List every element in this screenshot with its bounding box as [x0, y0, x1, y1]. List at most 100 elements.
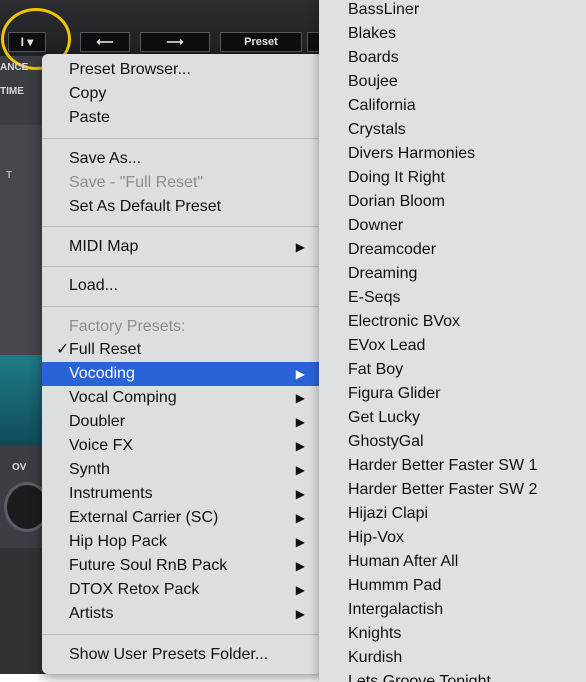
plugin-side-panel — [0, 125, 48, 355]
menu-item-set-default[interactable]: Set As Default Preset — [42, 195, 323, 219]
preset-item-ghostygal[interactable]: GhostyGal — [319, 430, 586, 454]
vocoding-submenu: BassLiner Blakes Boards Boujee Californi… — [319, 0, 586, 682]
preset-item-dorian-bloom[interactable]: Dorian Bloom — [319, 190, 586, 214]
menu-item-synth[interactable]: Synth ▶ — [42, 458, 323, 482]
submenu-arrow-icon: ▶ — [295, 415, 305, 429]
menu-item-save-current: Save - "Full Reset" — [42, 171, 323, 195]
menu-item-midi-map[interactable]: MIDI Map ▶ — [42, 235, 323, 259]
menu-item-preset-browser[interactable]: Preset Browser... — [42, 58, 323, 82]
arrow-right-icon: ⟶ — [166, 35, 184, 49]
preset-item-dreamcoder[interactable]: Dreamcoder — [319, 238, 586, 262]
preset-item-bassliner[interactable]: BassLiner — [319, 0, 586, 22]
preset-item-boards[interactable]: Boards — [319, 46, 586, 70]
preset-item-california[interactable]: California — [319, 94, 586, 118]
side-label-ov: OV — [12, 462, 27, 473]
preset-item-evox-lead[interactable]: EVox Lead — [319, 334, 586, 358]
menu-item-label: Preset Browser... — [69, 61, 191, 78]
menu-item-label: Copy — [69, 85, 107, 102]
submenu-arrow-icon: ▶ — [295, 367, 305, 381]
preset-item-harder-better-faster-sw2[interactable]: Harder Better Faster SW 2 — [319, 478, 586, 502]
menu-item-vocal-comping[interactable]: Vocal Comping ▶ — [42, 386, 323, 410]
menu-item-voice-fx[interactable]: Voice FX ▶ — [42, 434, 323, 458]
checkmark-icon: ✓ — [56, 341, 70, 358]
menu-item-label: External Carrier (SC) — [69, 509, 219, 526]
menu-item-label: Synth — [69, 461, 110, 478]
menu-item-label: Instruments — [69, 485, 153, 502]
menu-item-label: Save - "Full Reset" — [69, 174, 204, 191]
submenu-arrow-icon: ▶ — [295, 535, 305, 549]
side-label-t: T — [6, 170, 13, 181]
menu-item-show-user-presets-folder[interactable]: Show User Presets Folder... — [42, 643, 323, 667]
plugin-display-strip — [0, 355, 48, 445]
preset-item-hip-vox[interactable]: Hip-Vox — [319, 526, 586, 550]
plugin-bottom-panel — [0, 548, 48, 674]
menu-item-full-reset[interactable]: ✓ Full Reset — [42, 338, 323, 362]
preset-item-boujee[interactable]: Boujee — [319, 70, 586, 94]
menu-item-label: Set As Default Preset — [69, 198, 222, 215]
menu-header-factory-presets: Factory Presets: — [42, 315, 323, 339]
preset-item-divers-harmonies[interactable]: Divers Harmonies — [319, 142, 586, 166]
preset-item-hummm-pad[interactable]: Hummm Pad — [319, 574, 586, 598]
preset-button[interactable]: Preset — [220, 32, 302, 52]
submenu-arrow-icon: ▶ — [295, 439, 305, 453]
preset-item-downer[interactable]: Downer — [319, 214, 586, 238]
preset-item-kurdish[interactable]: Kurdish — [319, 646, 586, 670]
menu-item-label: Full Reset — [69, 341, 142, 358]
menu-item-label: Factory Presets: — [69, 318, 186, 335]
menu-item-artists[interactable]: Artists ▶ — [42, 602, 323, 626]
preset-item-electronic-bvox[interactable]: Electronic BVox — [319, 310, 586, 334]
preset-context-menu: Preset Browser... Copy Paste Save As... … — [42, 54, 323, 674]
menu-item-dtox-retox-pack[interactable]: DTOX Retox Pack ▶ — [42, 578, 323, 602]
preset-item-human-after-all[interactable]: Human After All — [319, 550, 586, 574]
submenu-arrow-icon: ▶ — [295, 240, 305, 254]
preset-item-e-seqs[interactable]: E-Seqs — [319, 286, 586, 310]
menu-separator — [42, 266, 323, 267]
menu-item-load[interactable]: Load... — [42, 274, 323, 298]
side-label-ance: ANCE — [0, 62, 29, 73]
side-label-time: TIME — [0, 86, 24, 97]
menu-item-paste[interactable]: Paste — [42, 106, 323, 130]
menu-item-label: DTOX Retox Pack — [69, 581, 200, 598]
preset-item-blakes[interactable]: Blakes — [319, 22, 586, 46]
menu-item-external-carrier[interactable]: External Carrier (SC) ▶ — [42, 506, 323, 530]
menu-separator — [42, 306, 323, 307]
preset-item-knights[interactable]: Knights — [319, 622, 586, 646]
preset-item-crystals[interactable]: Crystals — [319, 118, 586, 142]
menu-item-label: Vocal Comping — [69, 389, 177, 406]
menu-item-instruments[interactable]: Instruments ▶ — [42, 482, 323, 506]
menu-item-label: Future Soul RnB Pack — [69, 557, 228, 574]
menu-separator — [42, 634, 323, 635]
preset-item-fat-boy[interactable]: Fat Boy — [319, 358, 586, 382]
preset-item-dreaming[interactable]: Dreaming — [319, 262, 586, 286]
preset-item-get-lucky[interactable]: Get Lucky — [319, 406, 586, 430]
menu-item-hip-hop-pack[interactable]: Hip Hop Pack ▶ — [42, 530, 323, 554]
menu-separator — [42, 138, 323, 139]
menu-item-label: Paste — [69, 109, 110, 126]
submenu-arrow-icon: ▶ — [295, 607, 305, 621]
submenu-arrow-icon: ▶ — [295, 391, 305, 405]
menu-item-save-as[interactable]: Save As... — [42, 147, 323, 171]
menu-item-copy[interactable]: Copy — [42, 82, 323, 106]
menu-item-label: Artists — [69, 605, 114, 622]
menu-item-label: Load... — [69, 277, 118, 294]
preset-item-doing-it-right[interactable]: Doing It Right — [319, 166, 586, 190]
menu-item-doubler[interactable]: Doubler ▶ — [42, 410, 323, 434]
submenu-arrow-icon: ▶ — [295, 511, 305, 525]
menu-item-label: MIDI Map — [69, 238, 139, 255]
submenu-arrow-icon: ▶ — [295, 583, 305, 597]
menu-item-vocoding[interactable]: Vocoding ▶ — [42, 362, 323, 386]
next-preset-button[interactable]: ⟶ — [140, 32, 210, 52]
menu-item-future-soul-pack[interactable]: Future Soul RnB Pack ▶ — [42, 554, 323, 578]
menu-item-label: Vocoding — [69, 365, 135, 382]
preset-item-lets-groove-tonight[interactable]: Lets Groove Tonight — [319, 670, 586, 682]
menu-item-label: Save As... — [69, 150, 142, 167]
preset-item-harder-better-faster-sw1[interactable]: Harder Better Faster SW 1 — [319, 454, 586, 478]
menu-item-label: Voice FX — [69, 437, 134, 454]
previous-preset-button[interactable]: ⟵ — [80, 32, 130, 52]
preset-item-intergalactish[interactable]: Intergalactish — [319, 598, 586, 622]
preset-item-hijazi-clapi[interactable]: Hijazi Clapi — [319, 502, 586, 526]
menu-separator — [42, 226, 323, 227]
preset-item-figura-glider[interactable]: Figura Glider — [319, 382, 586, 406]
submenu-arrow-icon: ▶ — [295, 487, 305, 501]
menu-item-label: Hip Hop Pack — [69, 533, 167, 550]
